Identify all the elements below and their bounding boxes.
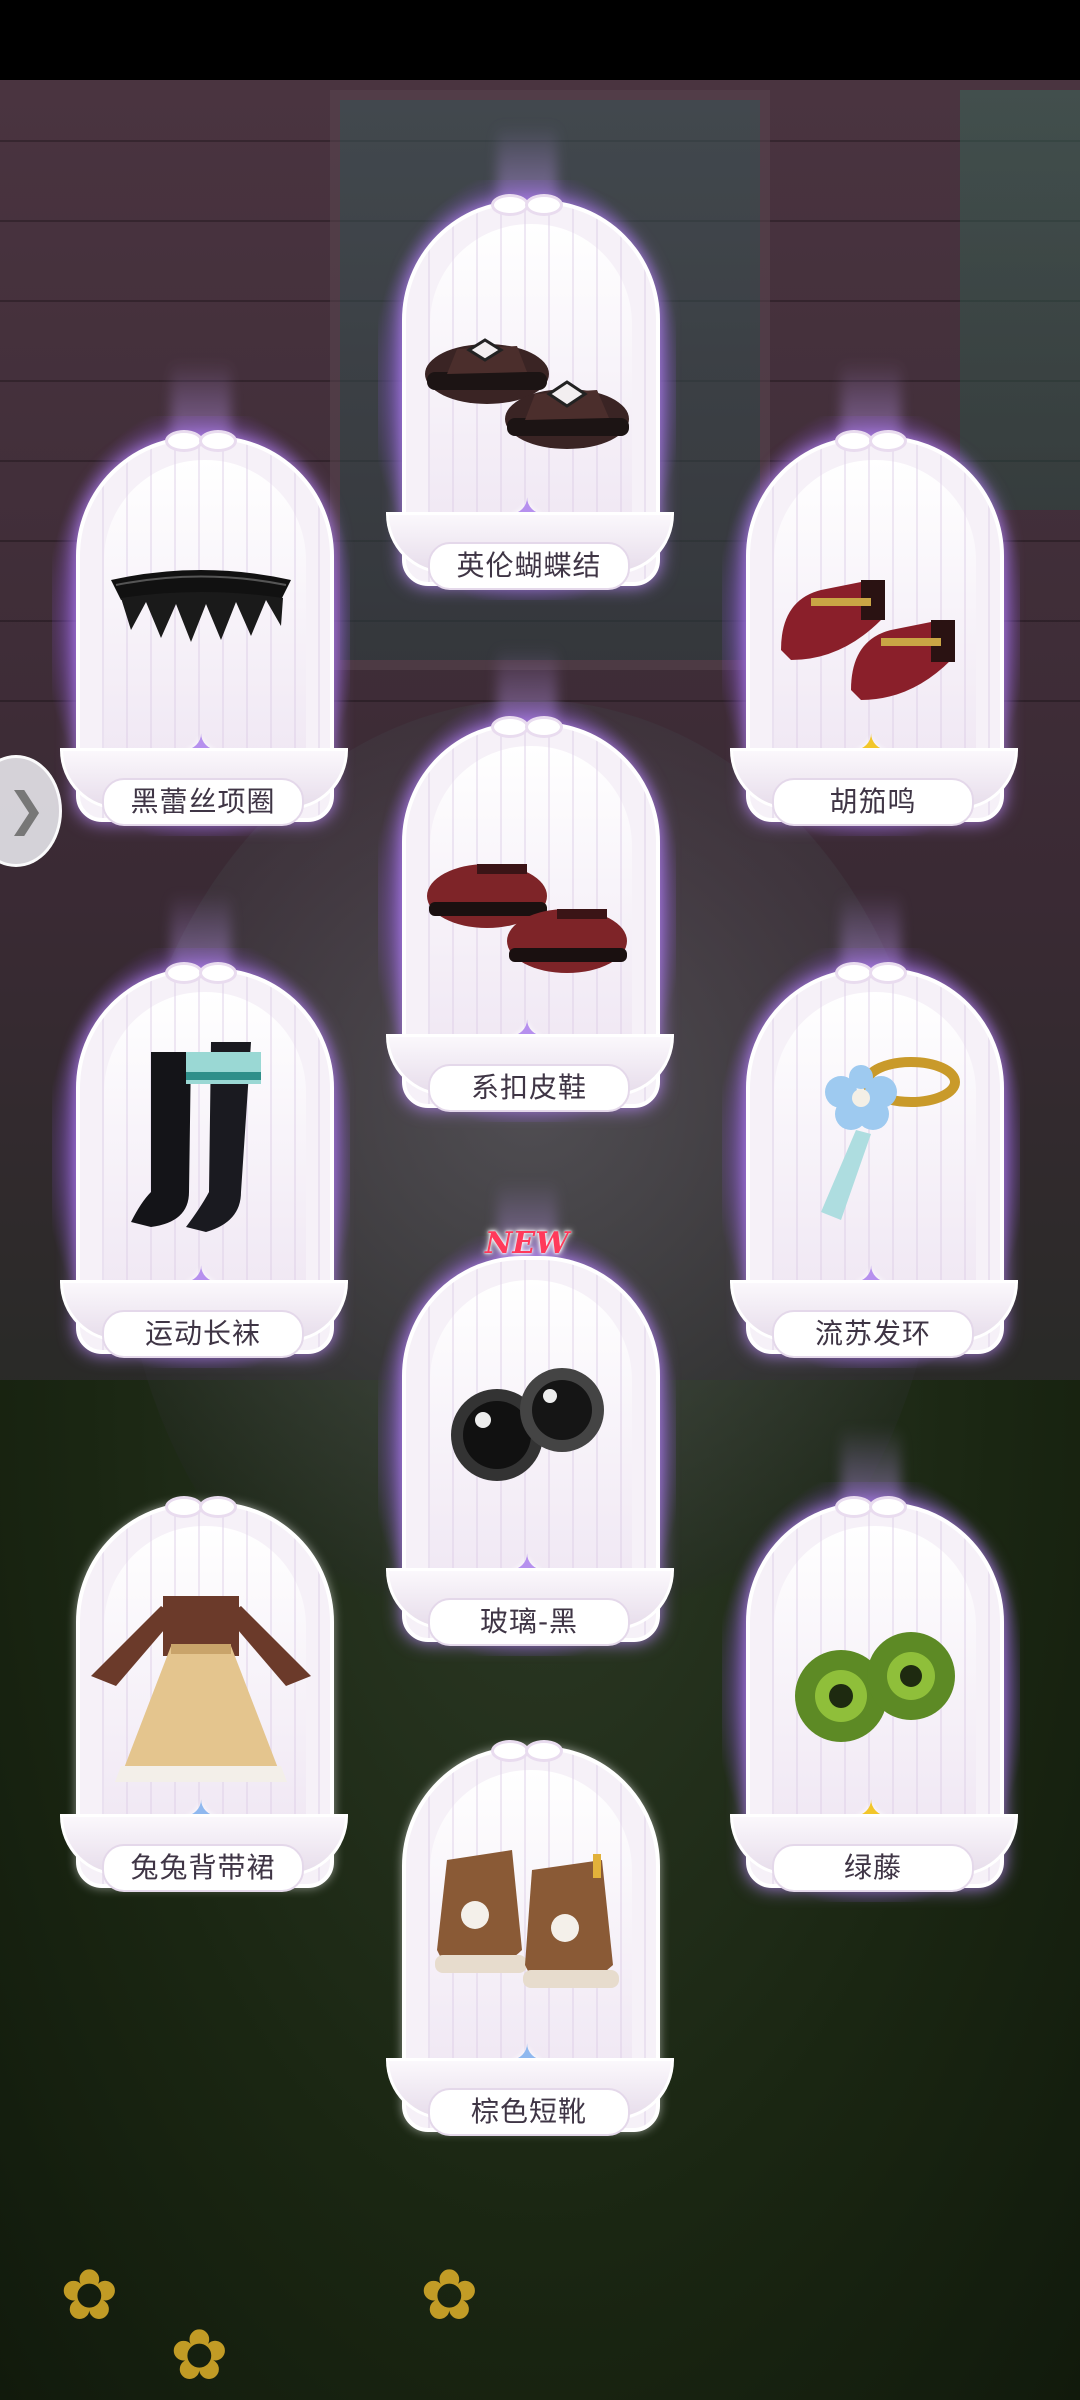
reward-card-buckle-shoes[interactable]: ✦ 系扣皮鞋 <box>378 646 676 1122</box>
buckle-shoes-icon <box>427 864 627 973</box>
reward-card-bunny-overall-dress[interactable]: ✦ 兔兔背带裙 <box>60 1494 348 1900</box>
item-name: 系扣皮鞋 <box>428 1064 630 1112</box>
item-name: 兔兔背带裙 <box>102 1844 304 1892</box>
reward-card-brown-boots[interactable]: ✦ 棕色短靴 <box>386 1738 674 2144</box>
item-name: 棕色短靴 <box>428 2088 630 2136</box>
reward-card-lace-choker[interactable]: ✦ 黑蕾丝项圈 <box>52 360 350 836</box>
tassel-hairpin-icon <box>821 1057 960 1220</box>
flower-icon: ✿ <box>170 2314 229 2396</box>
bow-loafers-icon <box>425 338 629 449</box>
green-eyes-icon <box>795 1632 955 1742</box>
reward-card-green-eyes[interactable]: ✦ 绿藤 <box>722 1426 1020 1902</box>
ribbon-bow-icon <box>487 714 567 738</box>
item-name: 流苏发环 <box>772 1310 974 1358</box>
reward-card-tassel-hairpin[interactable]: ✦ 流苏发环 <box>722 892 1020 1368</box>
chevron-right-icon: ❯ <box>7 782 46 836</box>
item-name: 运动长袜 <box>102 1310 304 1358</box>
reward-card-long-socks[interactable]: ✦ 运动长袜 <box>52 892 350 1368</box>
item-name: 绿藤 <box>772 1844 974 1892</box>
flower-icon: ✿ <box>60 2254 119 2336</box>
new-badge: NEW <box>485 1226 569 1261</box>
flower-icon: ✿ <box>420 2254 479 2336</box>
bunny-overall-dress-icon <box>91 1596 311 1782</box>
reward-card-black-glass-eyes[interactable]: NEW ✦ 玻璃-黑 <box>378 1180 676 1656</box>
ribbon-bow-icon <box>161 960 241 984</box>
status-bar <box>0 0 1080 80</box>
ribbon-bow-icon <box>831 960 911 984</box>
ribbon-bow-icon <box>161 1494 241 1518</box>
reward-card-red-mary-janes[interactable]: ✦ 胡笳鸣 <box>722 360 1020 836</box>
long-socks-icon <box>131 1042 261 1232</box>
ribbon-bow-icon <box>487 192 567 216</box>
ribbon-bow-icon <box>831 428 911 452</box>
ribbon-bow-icon <box>831 1494 911 1518</box>
brown-boots-icon <box>435 1850 619 1988</box>
reward-card-bow-loafers[interactable]: ✦ 英伦蝴蝶结 <box>378 124 676 600</box>
black-glass-eyes-icon <box>451 1368 604 1481</box>
ribbon-bow-icon <box>161 428 241 452</box>
item-name: 玻璃-黑 <box>428 1598 630 1646</box>
red-mary-jane-shoes-icon <box>781 580 955 700</box>
item-name: 黑蕾丝项圈 <box>102 778 304 826</box>
lace-choker-icon <box>111 570 291 642</box>
ribbon-bow-icon <box>487 1738 567 1762</box>
item-name: 英伦蝴蝶结 <box>428 542 630 590</box>
item-name: 胡笳鸣 <box>772 778 974 826</box>
